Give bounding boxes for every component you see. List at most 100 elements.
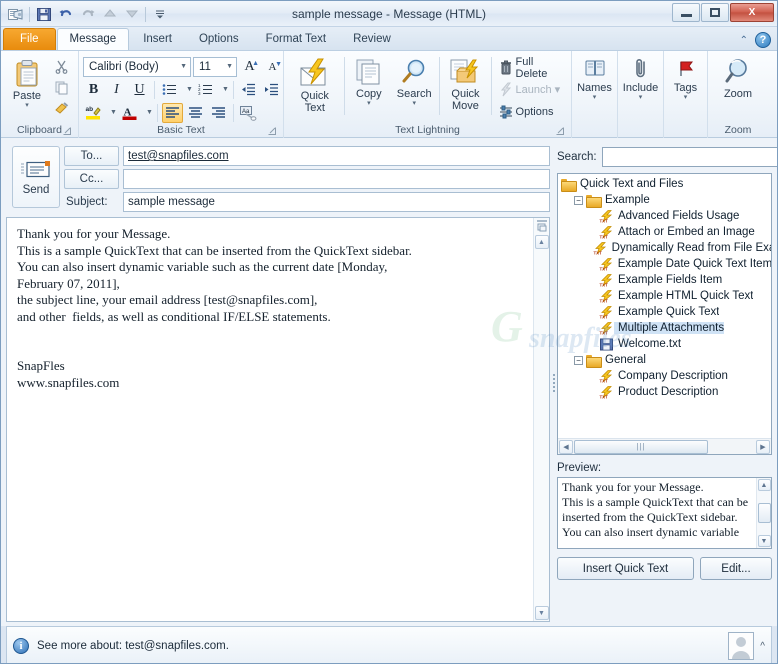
search-input[interactable] — [601, 147, 777, 167]
avatar[interactable] — [728, 632, 755, 660]
preview-scroll-down-button[interactable]: ▼ — [757, 535, 771, 547]
include-caret-icon[interactable]: ▾ — [639, 94, 643, 102]
editor-vertical-scrollbar[interactable]: ▲ ▼ — [533, 218, 549, 621]
search-caret-icon[interactable]: ▾ — [412, 100, 416, 108]
align-left-button[interactable] — [161, 102, 183, 123]
editor-scroll-up-button[interactable]: ▲ — [534, 235, 549, 249]
tree-item[interactable]: TXT Multiple Attachments — [558, 320, 771, 336]
search-text-button[interactable]: Search ▾ — [391, 54, 437, 109]
bullets-chevron-down-icon[interactable]: ▼ — [182, 86, 193, 93]
names-caret-icon[interactable]: ▾ — [593, 94, 597, 102]
tree-hscroll-track[interactable]: ||| — [574, 439, 755, 454]
copy-text-button[interactable]: Copy ▾ — [347, 54, 391, 109]
tab-options[interactable]: Options — [186, 28, 252, 50]
minimize-button[interactable] — [672, 3, 700, 22]
include-button[interactable]: Include ▾ — [622, 54, 659, 103]
font-color-button[interactable]: A — [119, 103, 140, 123]
tree-item[interactable]: TXT Company Description — [558, 368, 771, 384]
preview-scroll-up-button[interactable]: ▲ — [757, 479, 771, 491]
subject-input[interactable]: sample message — [123, 192, 550, 212]
pane-splitter[interactable] — [550, 144, 557, 622]
tree-item[interactable]: Welcome.txt — [558, 336, 771, 352]
quicktext-tree[interactable]: Quick Text and Files − Example TXT Advanced … — [557, 173, 772, 455]
paste-button[interactable]: Paste ▾ — [5, 54, 49, 111]
to-button[interactable]: To... — [64, 146, 119, 166]
tree-horizontal-scrollbar[interactable]: ◀ ||| ▶ — [558, 438, 771, 454]
to-input[interactable]: test@snapfiles.com — [123, 146, 550, 166]
highlight-chevron-down-icon[interactable]: ▼ — [106, 109, 117, 116]
clipboard-dialog-launcher-icon[interactable] — [63, 127, 72, 136]
maximize-button[interactable] — [701, 3, 729, 22]
format-painter-button[interactable] — [51, 98, 72, 118]
align-center-button[interactable] — [185, 103, 206, 123]
bold-button[interactable]: B — [83, 80, 104, 100]
tree-item[interactable]: TXT Dynamically Read from File Example — [558, 240, 771, 256]
tags-button[interactable]: Tags ▾ — [668, 54, 703, 103]
tree-item[interactable]: TXT Attach or Embed an Image — [558, 224, 771, 240]
message-body-text[interactable]: Thank you for your Message. This is a sa… — [7, 218, 533, 621]
increase-indent-button[interactable] — [261, 80, 282, 100]
launch-button[interactable]: Launch ▾ — [494, 79, 567, 100]
help-icon[interactable]: ? — [755, 32, 771, 48]
launch-caret-icon[interactable]: ▾ — [555, 83, 561, 96]
clear-formatting-button[interactable]: Aa — [238, 103, 259, 123]
names-button[interactable]: Names ▾ — [576, 54, 613, 103]
send-button[interactable]: Send — [12, 146, 60, 208]
quick-text-button[interactable]: Quick Text — [288, 54, 342, 115]
copy-button[interactable] — [51, 77, 72, 97]
cc-input[interactable] — [123, 169, 550, 189]
grow-font-button[interactable]: A ▲ — [239, 57, 260, 77]
tab-file[interactable]: File — [3, 28, 56, 50]
cut-button[interactable] — [51, 56, 72, 76]
tree-item[interactable]: − General — [558, 352, 771, 368]
tree-scroll-left-button[interactable]: ◀ — [559, 439, 573, 454]
preview-vertical-scrollbar[interactable]: ▲ ▼ — [756, 478, 771, 548]
highlight-color-button[interactable]: ab — [83, 103, 104, 123]
tab-review[interactable]: Review — [340, 28, 404, 50]
cc-button[interactable]: Cc... — [64, 169, 119, 189]
numbering-chevron-down-icon[interactable]: ▼ — [218, 86, 229, 93]
tree-item-list[interactable]: Quick Text and Files − Example TXT Advanced … — [558, 174, 771, 438]
collapse-people-pane-icon[interactable]: ^ — [760, 641, 765, 652]
tree-expander-icon[interactable]: − — [574, 355, 583, 365]
tree-item[interactable]: TXT Example Quick Text — [558, 304, 771, 320]
font-size-chevron-down-icon[interactable]: ▼ — [222, 63, 233, 70]
font-name-combo[interactable]: Calibri (Body) ▼ — [83, 56, 191, 77]
bullets-button[interactable] — [159, 80, 180, 100]
font-name-chevron-down-icon[interactable]: ▼ — [176, 63, 187, 70]
font-size-combo[interactable]: 11 ▼ — [193, 56, 237, 77]
numbering-button[interactable]: 1 2 3 — [195, 80, 216, 100]
editor-scroll-down-button[interactable]: ▼ — [534, 606, 549, 620]
options-button[interactable]: Options — [494, 101, 567, 122]
italic-button[interactable]: I — [106, 80, 127, 100]
quick-move-button[interactable]: Quick Move — [442, 54, 488, 113]
tab-insert[interactable]: Insert — [130, 28, 185, 50]
zoom-button[interactable]: Zoom — [712, 54, 764, 101]
message-body-editor[interactable]: Thank you for your Message. This is a sa… — [6, 217, 550, 622]
tree-item[interactable]: TXT Example Date Quick Text Item — [558, 256, 771, 272]
tab-format-text[interactable]: Format Text — [253, 28, 340, 50]
full-delete-button[interactable]: Full Delete — [494, 56, 567, 80]
edit-button[interactable]: Edit... — [700, 557, 772, 580]
paste-caret-icon[interactable]: ▾ — [25, 102, 29, 110]
tree-hscroll-thumb[interactable]: ||| — [574, 439, 708, 454]
tab-message[interactable]: Message — [56, 28, 130, 50]
copy-caret-icon[interactable]: ▾ — [367, 100, 371, 108]
tree-item[interactable]: TXT Advanced Fields Usage — [558, 208, 771, 224]
close-button[interactable]: X — [730, 3, 774, 22]
tree-item[interactable]: TXT Example Fields Item — [558, 272, 771, 288]
split-window-icon[interactable] — [535, 219, 549, 233]
tree-item[interactable]: Quick Text and Files — [558, 176, 771, 192]
minimize-ribbon-icon[interactable]: ⌃ — [740, 35, 748, 46]
tree-item[interactable]: TXT Product Description — [558, 384, 771, 400]
tags-caret-icon[interactable]: ▾ — [684, 94, 688, 102]
shrink-font-button[interactable]: A ▼ — [262, 57, 283, 77]
tree-item[interactable]: − Example — [558, 192, 771, 208]
align-right-button[interactable] — [208, 103, 229, 123]
font-color-chevron-down-icon[interactable]: ▼ — [142, 109, 153, 116]
tree-expander-icon[interactable]: − — [574, 195, 583, 205]
tree-scroll-right-button[interactable]: ▶ — [756, 439, 770, 454]
underline-button[interactable]: U — [129, 80, 150, 100]
decrease-indent-button[interactable] — [238, 80, 259, 100]
tree-item[interactable]: TXT Example HTML Quick Text — [558, 288, 771, 304]
